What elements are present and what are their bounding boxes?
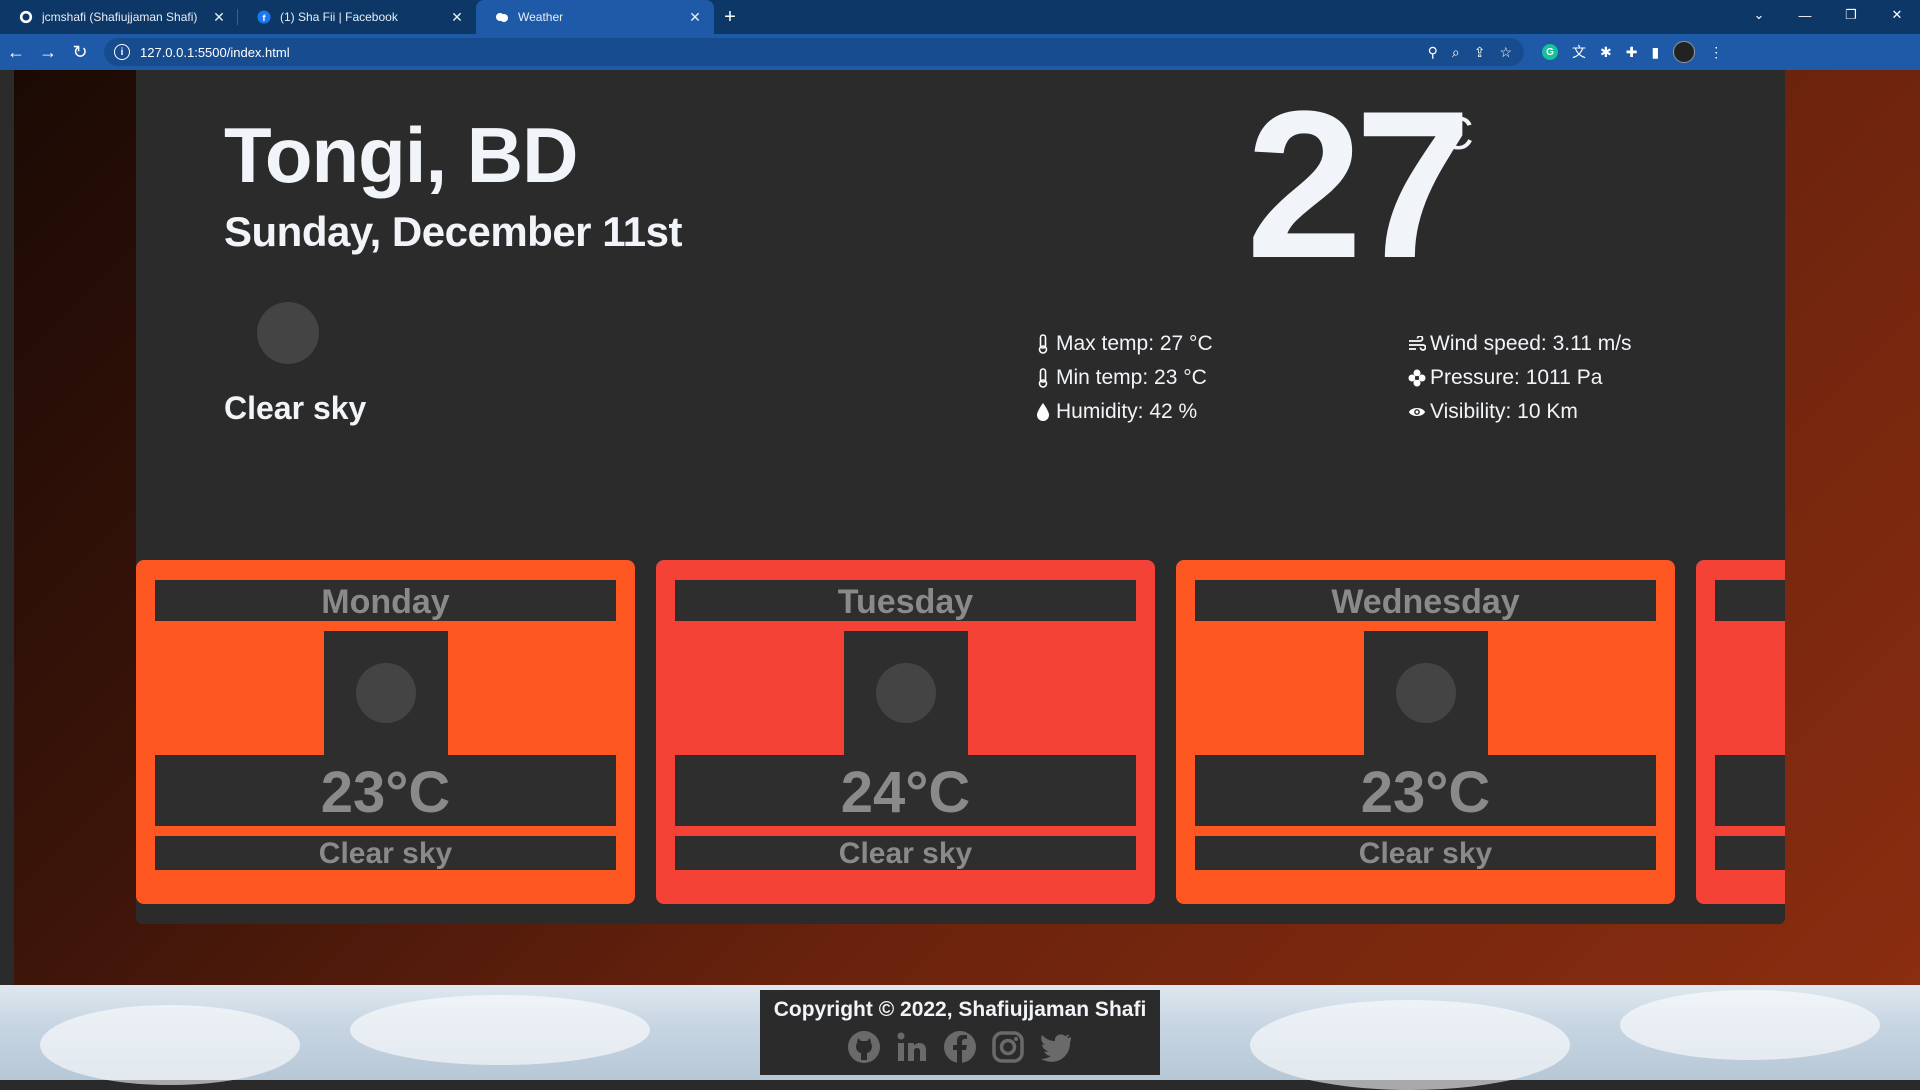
forecast-day: Wednesday — [1195, 580, 1656, 621]
forecast-description: Clear sky — [1195, 836, 1656, 870]
facebook-icon[interactable] — [941, 1028, 979, 1066]
address-bar: ← → ↻ i 127.0.0.1:5500/index.html ⚲ ⌕ ⇪ … — [0, 34, 1920, 70]
close-tab-icon[interactable]: ✕ — [210, 9, 228, 26]
weather-description: Clear sky — [224, 390, 367, 426]
humidity-stat: Humidity: 42 % — [1034, 400, 1197, 424]
footer: Copyright © 2022, Shafiujjaman Shafi — [0, 985, 1920, 1090]
location-icon[interactable]: ⚲ — [1428, 44, 1438, 61]
tab-title: jcmshafi (Shafiujjaman Shafi) — [42, 10, 198, 24]
forecast-card: Wednesday 23°C Clear sky — [1176, 560, 1675, 904]
avatar[interactable] — [1673, 41, 1696, 63]
forecast-temp: 24°C — [675, 755, 1136, 826]
bookmark-star-icon[interactable]: ☆ — [1499, 44, 1512, 61]
eye-icon — [1408, 405, 1426, 419]
forecast-card: Monday 23°C Clear sky — [136, 560, 635, 904]
reload-icon[interactable]: ↻ — [64, 36, 96, 68]
forecast-day: Monday — [155, 580, 616, 621]
tab-search-icon[interactable]: ⌄ — [1736, 0, 1782, 30]
instagram-icon[interactable] — [989, 1028, 1027, 1066]
extension-gear-icon[interactable]: ✱ — [1600, 44, 1612, 61]
tab-title: (1) Sha Fii | Facebook — [280, 10, 398, 24]
twitter-icon[interactable] — [1037, 1028, 1075, 1066]
thermometer-icon — [1034, 334, 1052, 354]
restore-icon[interactable]: ❐ — [1828, 0, 1874, 30]
weather-condition-icon — [1396, 663, 1456, 723]
tab-bar: jcmshafi (Shafiujjaman Shafi) ✕ f (1) Sh… — [0, 0, 1920, 34]
thermometer-icon — [1034, 368, 1052, 388]
copyright-text: Copyright © 2022, Shafiujjaman Shafi — [773, 998, 1147, 1021]
forecast-day — [1715, 580, 1785, 621]
url-input[interactable]: i 127.0.0.1:5500/index.html ⚲ ⌕ ⇪ ☆ — [104, 38, 1524, 66]
tab-github[interactable]: jcmshafi (Shafiujjaman Shafi) ✕ — [0, 0, 238, 34]
back-icon[interactable]: ← — [0, 36, 32, 68]
current-weather-panel: Tongi, BD Sunday, December 11st Clear sk… — [136, 70, 1785, 500]
forecast-icon-box — [324, 631, 448, 755]
share-icon[interactable]: ⇪ — [1474, 44, 1486, 61]
github-icon — [18, 9, 34, 25]
weather-condition-icon — [876, 663, 936, 723]
tab-weather[interactable]: Weather ✕ — [476, 0, 714, 34]
extensions-area: G 文 ✱ ✚ ▮ ⋮ — [1542, 41, 1723, 63]
forecast-temp: 23°C — [155, 755, 616, 826]
wind-icon — [1408, 336, 1426, 352]
menu-icon[interactable]: ⋮ — [1709, 44, 1723, 61]
translate-icon[interactable]: 文 — [1572, 42, 1586, 62]
forecast-description: Clear sky — [155, 836, 616, 870]
social-links — [760, 1028, 1160, 1066]
facebook-icon: f — [256, 9, 272, 25]
close-tab-icon[interactable]: ✕ — [686, 9, 704, 26]
forecast-description: Clear sky — [675, 836, 1136, 870]
droplet-icon — [1034, 402, 1052, 422]
new-tab-button[interactable]: + — [714, 0, 746, 34]
forecast-day: Tuesday — [675, 580, 1136, 621]
github-icon[interactable] — [845, 1028, 883, 1066]
forward-icon[interactable]: → — [32, 36, 64, 68]
forecast-temp — [1715, 755, 1785, 826]
city-name: Tongi, BD — [224, 111, 578, 199]
minimize-icon[interactable]: — — [1782, 0, 1828, 30]
max-temp-stat: Max temp: 27 °C — [1034, 332, 1213, 356]
tab-title: Weather — [518, 10, 564, 24]
weather-icon — [494, 9, 510, 25]
forecast-icon-box — [1364, 631, 1488, 755]
linkedin-icon[interactable] — [893, 1028, 931, 1066]
puzzle-icon[interactable]: ✚ — [1626, 44, 1638, 61]
close-tab-icon[interactable]: ✕ — [448, 9, 466, 26]
visibility-stat: Visibility: 10 Km — [1408, 400, 1578, 424]
forecast-icon-box — [844, 631, 968, 755]
forecast-card — [1696, 560, 1785, 904]
window-controls: ⌄ — ❐ ✕ — [1736, 0, 1920, 34]
zoom-icon[interactable]: ⌕ — [1452, 44, 1460, 61]
url-text: 127.0.0.1:5500/index.html — [140, 44, 290, 60]
forecast-description — [1715, 836, 1785, 870]
tab-facebook[interactable]: f (1) Sha Fii | Facebook ✕ — [238, 0, 476, 34]
forecast-temp: 23°C — [1195, 755, 1656, 826]
fan-icon — [1408, 369, 1426, 387]
site-info-icon[interactable]: i — [114, 44, 130, 60]
grammarly-icon[interactable]: G — [1542, 44, 1558, 60]
weather-condition-icon — [257, 302, 319, 364]
weather-condition-icon — [356, 663, 416, 723]
pressure-stat: Pressure: 1011 Pa — [1408, 366, 1602, 390]
copyright-box: Copyright © 2022, Shafiujjaman Shafi — [760, 990, 1160, 1075]
min-temp-stat: Min temp: 23 °C — [1034, 366, 1207, 390]
current-date: Sunday, December 11st — [224, 208, 682, 255]
side-panel-icon[interactable]: ▮ — [1651, 44, 1659, 61]
wind-speed-stat: Wind speed: 3.11 m/s — [1408, 332, 1632, 356]
temperature-unit: °C — [1422, 107, 1474, 159]
forecast-strip: Monday 23°C Clear sky Tuesday 24°C Clear… — [136, 500, 1785, 924]
weather-page: Tongi, BD Sunday, December 11st Clear sk… — [0, 70, 1920, 1090]
forecast-card: Tuesday 24°C Clear sky — [656, 560, 1155, 904]
close-window-icon[interactable]: ✕ — [1874, 0, 1920, 30]
